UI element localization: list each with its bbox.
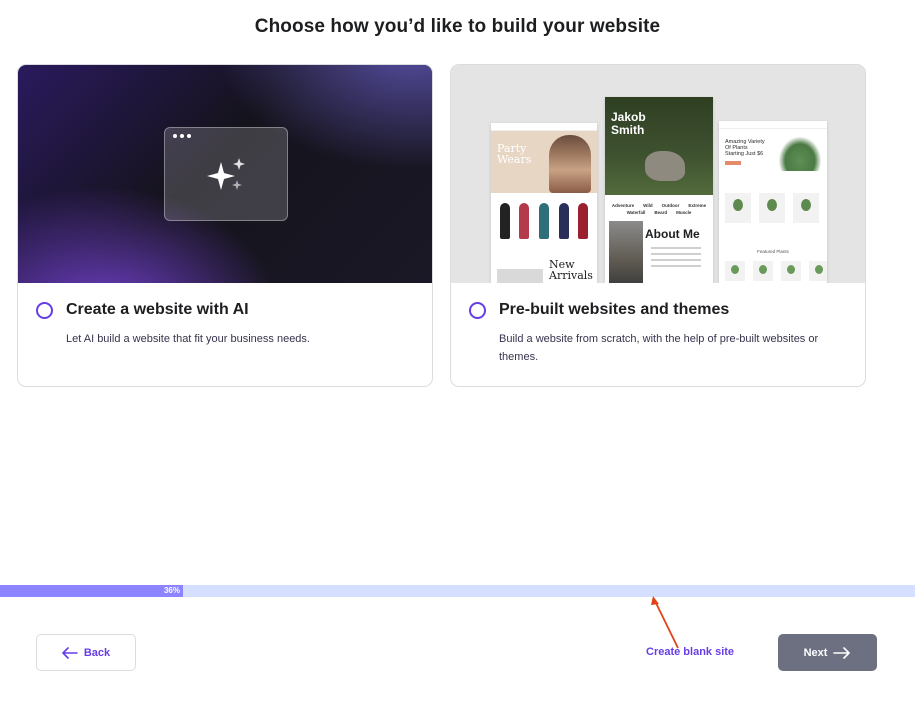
arrow-right-icon: [833, 646, 851, 659]
create-with-ai-card[interactable]: Create a website with AI Let AI build a …: [17, 64, 433, 387]
window-dots-icon: [173, 134, 191, 138]
themes-card-title: Pre-built websites and themes: [499, 301, 730, 318]
ai-option-radio[interactable]: [36, 302, 53, 319]
preview-tags: Adventure Wild Outdoor Extreme Waterfall…: [611, 203, 707, 215]
next-label: Next: [803, 646, 828, 659]
sparkle-icon: [207, 158, 245, 190]
annotation-arrow-icon: [651, 596, 679, 649]
themes-preview-image: Party Wears New Arrivals Jakob Smith Adv…: [451, 65, 865, 283]
preview-party-text: Party Wears: [497, 142, 532, 166]
themes-card-description: Build a website from scratch, with the h…: [499, 333, 819, 363]
arrow-left-icon: [62, 646, 78, 659]
preview-new-arrivals: New Arrivals: [549, 258, 593, 282]
theme-preview-fashion: Party Wears New Arrivals: [491, 123, 597, 283]
next-button[interactable]: Next: [778, 634, 877, 671]
preview-featured-text: Featured Plants: [757, 249, 789, 254]
ai-window-illustration: [164, 127, 288, 221]
preview-plants-text: Amazing Variety Of Plants Starting Just …: [725, 139, 765, 157]
progress-bar: 36%: [0, 585, 915, 597]
progress-label: 36%: [163, 586, 180, 595]
create-blank-site-link[interactable]: Create blank site: [646, 646, 734, 658]
preview-about-text: About Me: [645, 227, 700, 241]
theme-preview-blog: Jakob Smith Adventure Wild Outdoor Extre…: [605, 97, 713, 283]
ai-card-image: [18, 65, 432, 283]
back-button[interactable]: Back: [36, 634, 136, 671]
page-title: Choose how you’d like to build your webs…: [254, 16, 661, 37]
back-label: Back: [83, 646, 111, 659]
preview-jakob-text: Jakob Smith: [611, 110, 646, 137]
ai-card-title: Create a website with AI: [66, 301, 249, 318]
progress-fill: 36%: [0, 585, 183, 597]
themes-option-radio[interactable]: [469, 302, 486, 319]
theme-preview-plants: Amazing Variety Of Plants Starting Just …: [719, 121, 827, 283]
prebuilt-themes-card[interactable]: Party Wears New Arrivals Jakob Smith Adv…: [450, 64, 866, 387]
ai-card-description: Let AI build a website that fit your bus…: [66, 333, 310, 345]
